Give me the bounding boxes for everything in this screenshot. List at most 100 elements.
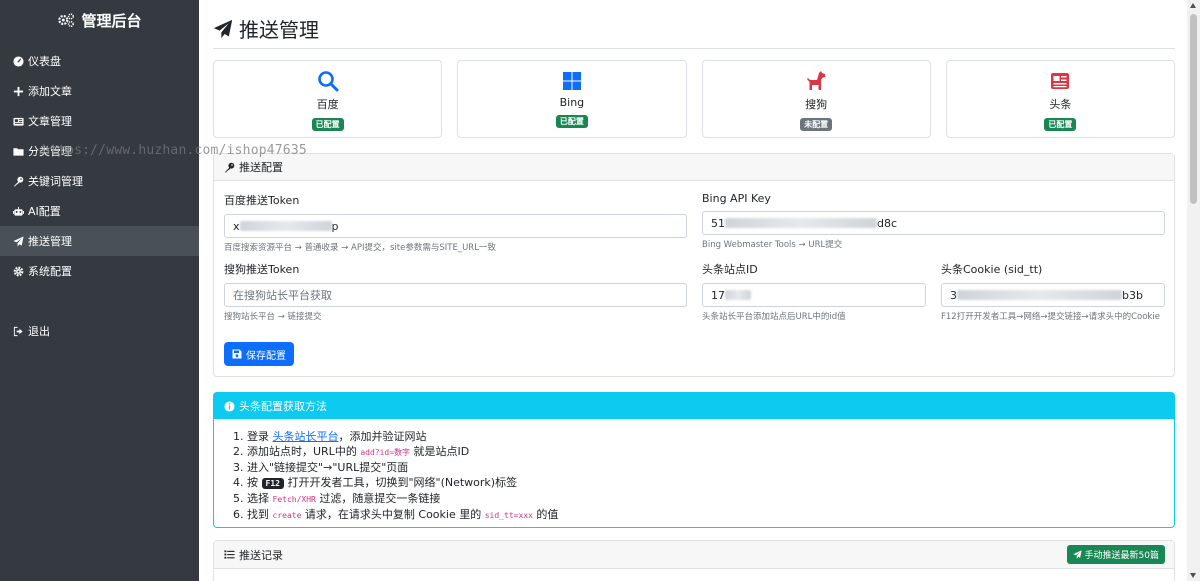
engine-name: 百度	[316, 98, 339, 111]
field-label: 头条Cookie (sid_tt)	[941, 263, 1043, 276]
engine-name: Bing	[559, 96, 585, 109]
code-snippet: create	[272, 511, 302, 520]
redacted-value	[957, 290, 1122, 300]
baidu-token-input[interactable]: x p	[224, 214, 687, 238]
paper-plane-icon	[12, 235, 24, 247]
dashboard-icon	[12, 55, 24, 67]
push-config-card: 推送配置 百度推送Token x p 百度搜索资源平台 → 普通收录 → API…	[213, 153, 1175, 377]
key-icon	[224, 162, 235, 173]
baidu-token-group: 百度推送Token x p 百度搜索资源平台 → 普通收录 → API提交，si…	[224, 192, 687, 256]
key-icon	[12, 175, 24, 187]
toutiao-cookie-input[interactable]: 3 b3b	[941, 283, 1165, 307]
push-records-card: 推送记录 手动推送最新50篇	[213, 540, 1175, 581]
card-title: 推送配置	[239, 161, 283, 174]
field-label: 头条站点ID	[702, 263, 758, 276]
step-text: 2. 添加站点时，URL中的	[233, 445, 361, 458]
status-badge: 已配置	[555, 115, 588, 128]
step-text: 1. 登录	[233, 430, 273, 443]
brand-title: 管理后台	[81, 11, 142, 30]
step-text: 过滤，随意提交一条链接	[315, 492, 441, 505]
page-title: 推送管理	[213, 14, 319, 43]
redacted-value	[239, 221, 332, 231]
toutiao-cookie-group: 头条Cookie (sid_tt) 3 b3b F12打开开发者工具→网络→提交…	[941, 261, 1165, 325]
plus-icon	[12, 85, 24, 97]
card-header: 头条配置获取方法	[214, 393, 1174, 419]
help-steps: 1. 登录 头条站长平台，添加并验证网站 2. 添加站点时，URL中的 add?…	[233, 429, 558, 523]
sidebar-item-push[interactable]: 推送管理	[0, 226, 199, 256]
list-icon	[224, 550, 235, 559]
sidebar-item-articles[interactable]: 文章管理	[0, 106, 199, 136]
sidebar-item-label: 添加文章	[28, 85, 72, 98]
sidebar-item-add-article[interactable]: 添加文章	[0, 76, 199, 106]
title-divider	[213, 48, 1175, 49]
card-header: 推送配置	[214, 154, 1174, 181]
save-config-button[interactable]: 保存配置	[224, 342, 294, 366]
step-text: 就是站点ID	[410, 445, 470, 458]
dog-icon	[807, 71, 826, 90]
redacted-value	[725, 290, 751, 300]
scrollbar[interactable]	[1187, 0, 1200, 581]
sidebar-item-logout[interactable]: 退出	[0, 316, 199, 346]
field-hint: F12打开开发者工具→网络→提交链接→请求头中的Cookie	[941, 312, 1160, 322]
bing-key-input[interactable]: 51 d8c	[702, 211, 1165, 235]
step-text: 4. 按	[233, 476, 262, 489]
bing-key-group: Bing API Key 51 d8c Bing Webmaster Tools…	[702, 192, 1165, 253]
brand: 管理后台	[0, 0, 199, 40]
sidebar-item-label: 分类管理	[28, 145, 72, 158]
scrollbar-thumb[interactable]	[1190, 14, 1197, 204]
sidebar: 管理后台 仪表盘 添加文章 文章管理 分类管理 关键词管理 AI配置 推送管理 …	[0, 0, 199, 581]
toutiao-site-input[interactable]: 17	[702, 283, 926, 307]
engine-card-bing: Bing 已配置	[457, 60, 687, 138]
paper-plane-icon	[213, 19, 233, 38]
sogou-token-input[interactable]: 在搜狗站长平台获取	[224, 283, 687, 307]
list-item: 5. 选择 Fetch/XHR 过滤，随意提交一条链接	[233, 491, 558, 507]
sidebar-item-label: 推送管理	[28, 235, 72, 248]
list-item: 3. 进入"链接提交"→"URL提交"页面	[233, 461, 409, 474]
scroll-up-arrow[interactable]	[1190, 3, 1196, 8]
search-icon	[317, 71, 339, 92]
folder-icon	[12, 145, 24, 157]
list-item: 4. 按 F12 打开开发者工具，切换到"网络"(Network)标签	[233, 475, 558, 491]
engine-card-toutiao: 头条 已配置	[945, 60, 1175, 138]
engine-cards: 百度 已配置 Bing 已配置 搜狗 未配置 头条 已配置	[213, 60, 1175, 138]
sidebar-item-dashboard[interactable]: 仪表盘	[0, 46, 199, 76]
save-icon	[232, 349, 242, 359]
keyboard-key: F12	[261, 478, 284, 489]
sidebar-item-keywords[interactable]: 关键词管理	[0, 166, 199, 196]
toutiao-platform-link[interactable]: 头条站长平台	[273, 430, 339, 443]
input-value-start: 3	[950, 288, 957, 302]
scroll-down-arrow[interactable]	[1190, 573, 1196, 578]
sidebar-item-label: 关键词管理	[28, 175, 83, 188]
field-hint: 搜狗站长平台 → 链接提交	[224, 312, 322, 322]
card-title: 头条配置获取方法	[239, 400, 327, 413]
sidebar-item-system-config[interactable]: 系统配置	[0, 256, 199, 286]
code-snippet: sid_tt=xxx	[484, 511, 533, 520]
newspaper-icon	[12, 115, 24, 127]
field-hint: 百度搜索资源平台 → 普通收录 → API提交，site参数需与SITE_URL…	[224, 243, 496, 253]
status-badge: 已配置	[311, 118, 344, 131]
engine-card-baidu: 百度 已配置	[213, 60, 443, 138]
sign-out-icon	[12, 325, 24, 337]
input-value-end: p	[331, 219, 339, 233]
sidebar-item-label: 文章管理	[28, 115, 72, 128]
sidebar-item-label: 系统配置	[28, 265, 72, 278]
redacted-value	[725, 218, 877, 228]
sidebar-item-label: 仪表盘	[28, 55, 61, 68]
main-content: 推送管理 百度 已配置 Bing 已配置 搜狗 未配置 头条 已配置 推送配置	[199, 0, 1187, 581]
sidebar-item-ai-config[interactable]: AI配置	[0, 196, 199, 226]
toutiao-help-card: 头条配置获取方法 1. 登录 头条站长平台，添加并验证网站 2. 添加站点时，U…	[213, 392, 1175, 528]
field-label: 搜狗推送Token	[224, 263, 300, 276]
field-hint: Bing Webmaster Tools → URL提交	[702, 240, 843, 250]
input-value-start: 17	[711, 288, 725, 302]
sidebar-item-categories[interactable]: 分类管理	[0, 136, 199, 166]
code-snippet: Fetch/XHR	[272, 495, 316, 504]
step-text: 6. 找到	[233, 508, 273, 521]
list-item: 6. 找到 create 请求，在请求头中复制 Cookie 里的 sid_tt…	[233, 507, 558, 523]
sidebar-nav: 仪表盘 添加文章 文章管理 分类管理 关键词管理 AI配置 推送管理 系统配置	[0, 46, 199, 346]
step-text: 的值	[532, 508, 559, 521]
step-text: ，添加并验证网站	[338, 430, 427, 443]
toutiao-site-group: 头条站点ID 17 头条站长平台添加站点后URL中的id值	[702, 261, 926, 325]
manual-push-button[interactable]: 手动推送最新50篇	[1066, 545, 1165, 564]
robot-icon	[12, 205, 24, 217]
